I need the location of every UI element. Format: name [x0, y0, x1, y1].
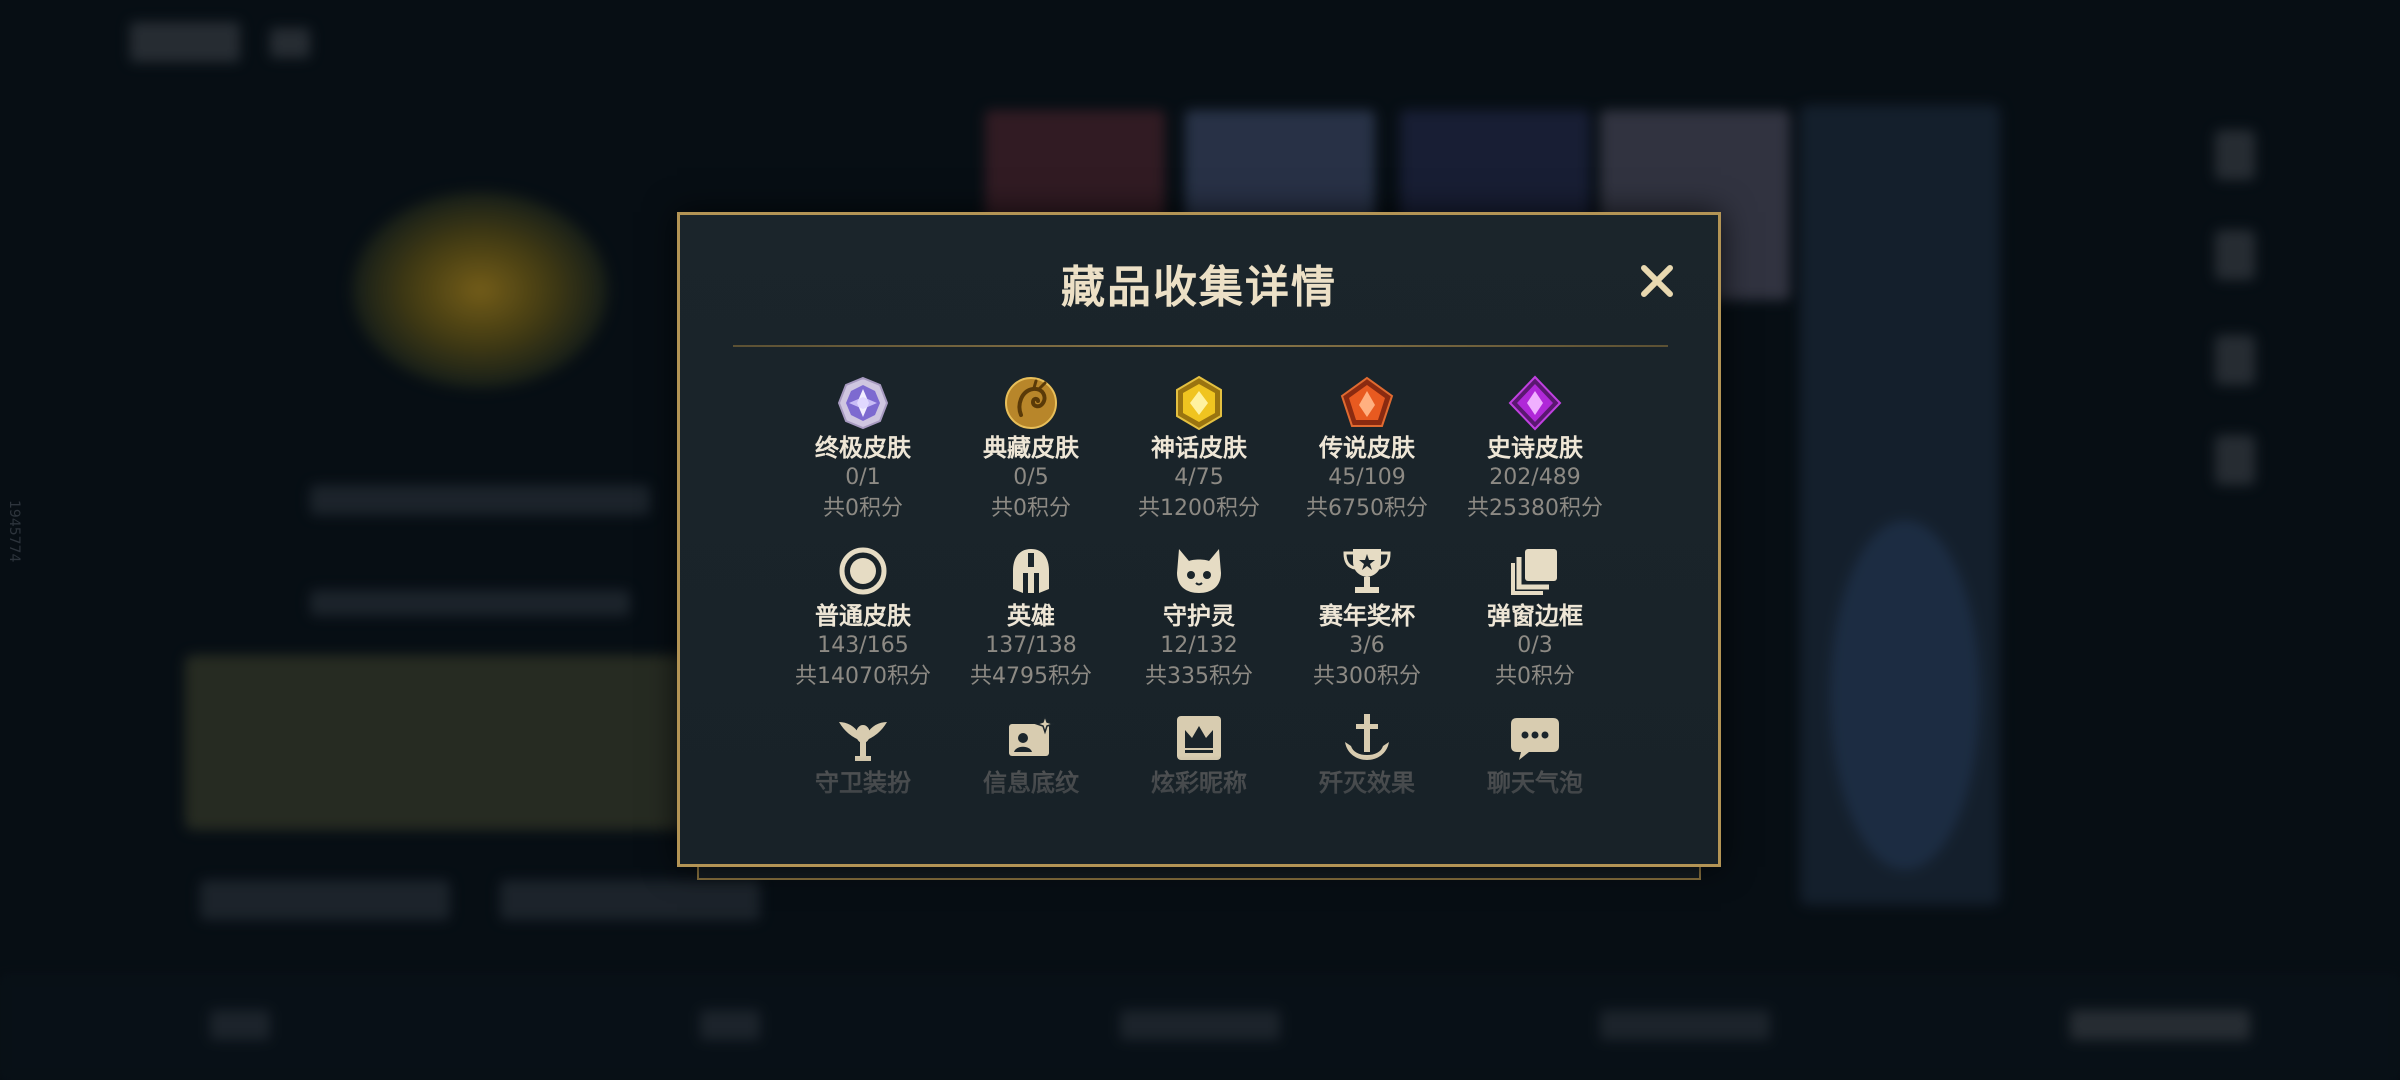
collection-item-chat-bubble[interactable]: 聊天气泡 [1450, 710, 1618, 798]
collection-item-info-background[interactable]: 信息底纹 [946, 710, 1116, 798]
item-name: 史诗皮肤 [1487, 434, 1583, 462]
item-name: 英雄 [1007, 602, 1055, 630]
item-name: 典藏皮肤 [983, 434, 1079, 462]
item-points: 共300积分 [1313, 664, 1421, 689]
winged-ward-icon [839, 722, 887, 761]
title-divider [733, 345, 1668, 347]
epic-gem-icon [1508, 375, 1562, 431]
collection-item-mythic-skin[interactable]: 神话皮肤 4/75 共1200积分 [1114, 375, 1284, 525]
modal-title: 藏品收集详情 [1061, 262, 1337, 313]
guardian-face-icon [1177, 549, 1221, 593]
modal-base-plate [697, 866, 1701, 880]
collection-item-legendary-skin[interactable]: 传说皮肤 45/109 共6750积分 [1282, 375, 1452, 525]
collection-item-popup-frame[interactable]: 弹窗边框 0/3 共0积分 [1450, 543, 1618, 693]
item-name: 赛年奖杯 [1319, 602, 1415, 630]
collection-item-normal-skin[interactable]: 普通皮肤 143/165 共14070积分 [778, 543, 948, 693]
item-points: 共1200积分 [1138, 496, 1260, 521]
collection-grid: 终极皮肤 0/1 共0积分 典藏皮肤 0/5 共0积分 神话皮肤 4/75 共1… [778, 375, 1618, 855]
item-name: 普通皮肤 [815, 602, 911, 630]
collection-item-annihilation-effect[interactable]: 歼灭效果 [1282, 710, 1452, 798]
frame-stack-icon [1511, 549, 1557, 595]
item-name: 信息底纹 [983, 769, 1079, 797]
anchor-sword-icon [1345, 714, 1389, 760]
chat-bubble-icon [1511, 718, 1559, 760]
circle-icon [839, 547, 887, 595]
item-points: 共335积分 [1145, 664, 1253, 689]
item-count: 0/5 [1013, 465, 1049, 490]
item-count: 202/489 [1489, 465, 1581, 490]
item-points: 共0积分 [991, 496, 1071, 521]
item-name: 弹窗边框 [1487, 602, 1583, 630]
collection-item-guardian[interactable]: 守护灵 12/132 共335积分 [1114, 543, 1284, 693]
card-sparkle-icon [1009, 713, 1056, 756]
item-name: 守护灵 [1163, 602, 1235, 630]
item-points: 共25380积分 [1467, 496, 1603, 521]
item-name: 炫彩昵称 [1151, 769, 1247, 797]
item-points: 共0积分 [1495, 664, 1575, 689]
item-name: 守卫装扮 [815, 769, 911, 797]
legendary-gem-icon [1340, 376, 1394, 427]
collection-item-collectors-skin[interactable]: 典藏皮肤 0/5 共0积分 [946, 375, 1116, 525]
item-count: 12/132 [1160, 633, 1238, 658]
mythic-gem-icon [1176, 375, 1222, 431]
ultimate-gem-icon [837, 376, 889, 430]
collection-detail-modal: 藏品收集详情 终极皮肤 0/1 共0积分 典藏皮肤 0/5 共0积分 神话皮肤 … [677, 212, 1721, 867]
item-count: 0/3 [1517, 633, 1553, 658]
item-name: 聊天气泡 [1487, 769, 1583, 797]
collection-item-ultimate-skin[interactable]: 终极皮肤 0/1 共0积分 [778, 375, 948, 525]
item-points: 共14070积分 [795, 664, 931, 689]
helmet-icon [1013, 549, 1049, 593]
item-name: 终极皮肤 [815, 434, 911, 462]
item-points: 共4795积分 [970, 664, 1092, 689]
item-count: 4/75 [1174, 465, 1224, 490]
item-name: 传说皮肤 [1319, 434, 1415, 462]
close-button[interactable] [1635, 259, 1679, 303]
item-name: 歼灭效果 [1319, 769, 1415, 797]
item-name: 神话皮肤 [1151, 434, 1247, 462]
collection-item-ward-skin[interactable]: 守卫装扮 [778, 710, 948, 798]
item-count: 45/109 [1328, 465, 1406, 490]
item-count: 143/165 [817, 633, 909, 658]
dragon-coin-icon [1005, 377, 1057, 429]
item-points: 共0积分 [823, 496, 903, 521]
collection-item-colorful-nickname[interactable]: 炫彩昵称 [1114, 710, 1284, 798]
trophy-icon [1343, 549, 1391, 593]
item-count: 137/138 [985, 633, 1077, 658]
collection-item-heroes[interactable]: 英雄 137/138 共4795积分 [946, 543, 1116, 693]
item-count: 0/1 [845, 465, 881, 490]
item-points: 共6750积分 [1306, 496, 1428, 521]
item-count: 3/6 [1349, 633, 1385, 658]
crown-card-icon [1177, 716, 1221, 760]
collection-item-season-trophy[interactable]: 赛年奖杯 3/6 共300积分 [1282, 543, 1452, 693]
close-icon [1641, 265, 1673, 297]
collection-item-epic-skin[interactable]: 史诗皮肤 202/489 共25380积分 [1450, 375, 1618, 525]
